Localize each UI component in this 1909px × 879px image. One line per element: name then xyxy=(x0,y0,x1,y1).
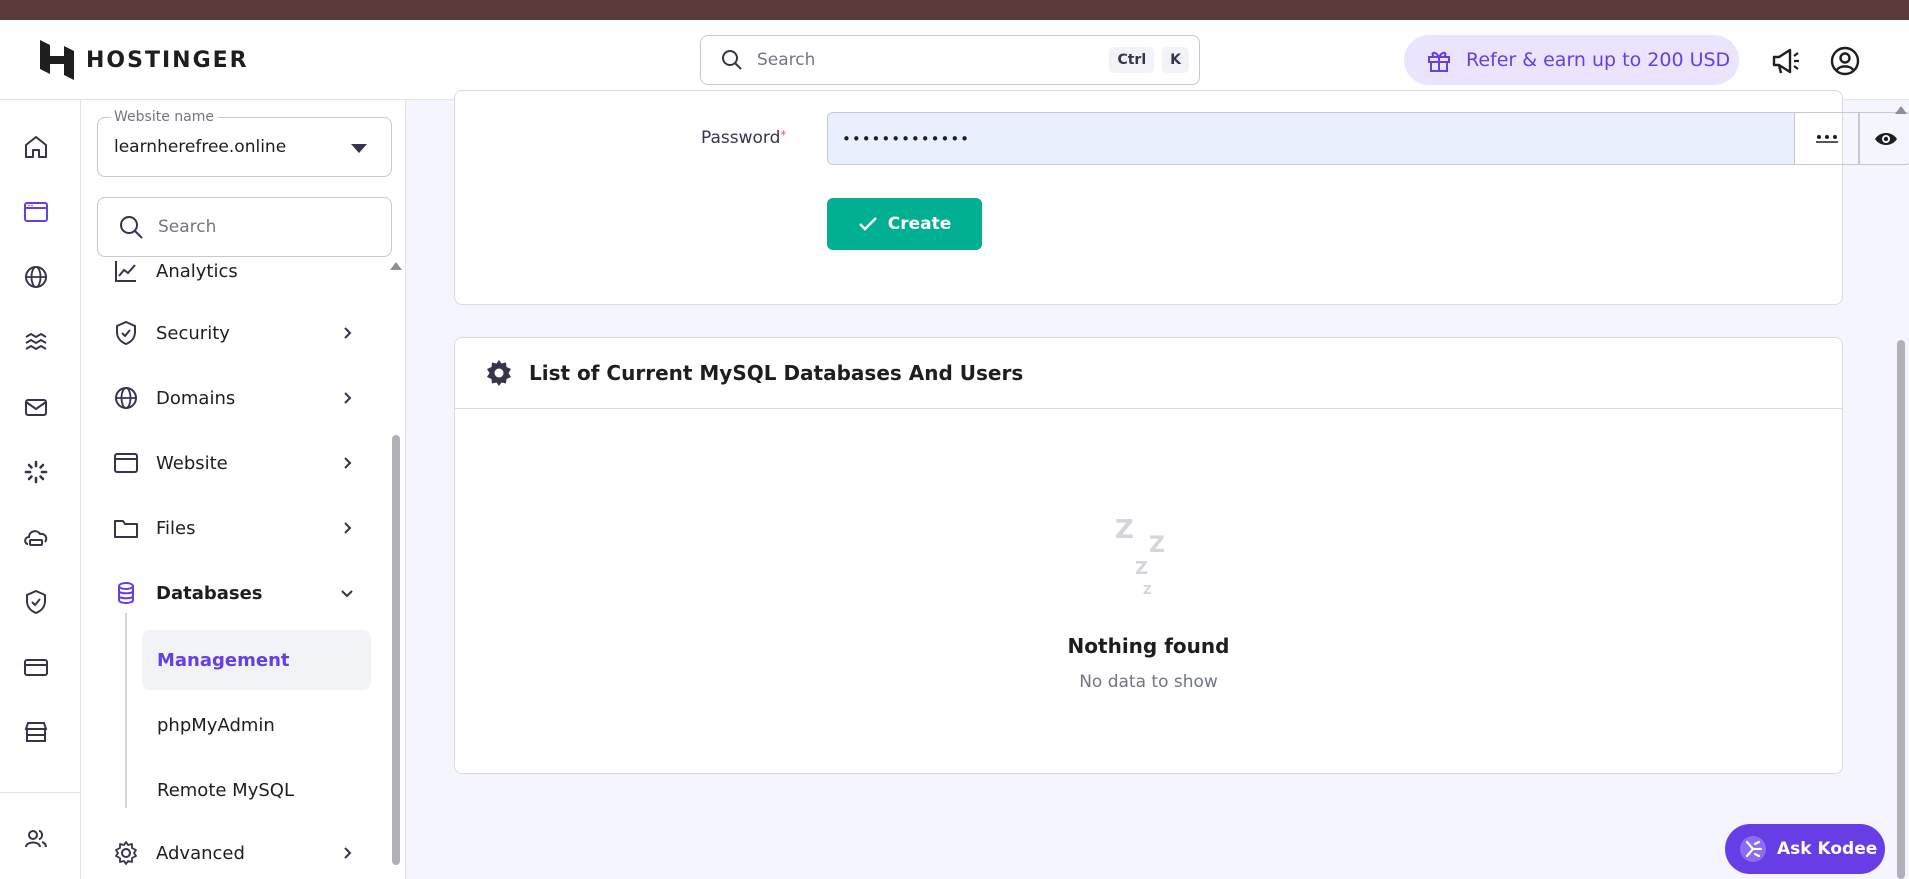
chevron-down-icon xyxy=(341,590,353,598)
sidebar-item-advanced[interactable]: Advanced xyxy=(81,828,381,878)
create-database-card: Password* ••••••••••••• Create xyxy=(454,90,1909,305)
sidebar-item-label: Files xyxy=(156,517,196,539)
svg-text:Z: Z xyxy=(1115,515,1134,545)
list-title: List of Current MySQL Databases And User… xyxy=(529,361,1024,385)
top-bar: HOSTINGER Search Ctrl K Refer & earn up … xyxy=(0,20,1909,100)
browser-bookmarks-strip xyxy=(0,0,1909,20)
sidebar-item-label: Domains xyxy=(156,387,236,409)
hostinger-logo[interactable]: HOSTINGER xyxy=(40,40,249,80)
sidebar-item-security[interactable]: Security xyxy=(81,308,381,358)
megaphone-icon[interactable] xyxy=(1770,45,1802,77)
kodee-sparkle-icon xyxy=(1740,836,1766,862)
sidebar-subitem-management[interactable]: Management xyxy=(142,630,371,690)
chevron-right-icon xyxy=(344,522,352,534)
sidebar-item-label: Website xyxy=(156,452,228,474)
website-selector-label: Website name xyxy=(110,109,218,125)
sidebar-item-label: Analytics xyxy=(156,260,238,282)
website-icon[interactable] xyxy=(22,198,50,226)
billing-card-icon[interactable] xyxy=(22,653,50,681)
sidebar: Website name learnherefree.online Search… xyxy=(81,100,406,879)
databases-list-card: List of Current MySQL Databases And User… xyxy=(454,337,1843,774)
ask-kodee-button[interactable]: Ask Kodee xyxy=(1725,824,1885,874)
search-placeholder: Search xyxy=(757,50,816,70)
sidebar-item-files[interactable]: Files xyxy=(81,503,381,553)
empty-state-title: Nothing found xyxy=(1067,634,1230,658)
icon-rail xyxy=(0,100,81,879)
dots-icon xyxy=(1815,134,1838,143)
analytics-icon xyxy=(115,261,136,282)
sidebar-item-domains[interactable]: Domains xyxy=(81,373,381,423)
brand-name: HOSTINGER xyxy=(86,47,249,73)
chevron-down-icon xyxy=(351,144,367,153)
globe-icon xyxy=(115,387,137,409)
sidebar-scroll-up-arrow[interactable] xyxy=(390,262,402,270)
sidebar-search-placeholder: Search xyxy=(158,217,217,237)
list-header: List of Current MySQL Databases And User… xyxy=(455,338,1842,409)
chevron-right-icon xyxy=(344,392,352,404)
sidebar-search-input[interactable]: Search xyxy=(97,197,392,257)
gear-icon xyxy=(115,841,137,865)
refer-label: Refer & earn up to 200 USD xyxy=(1466,49,1731,71)
shield-icon[interactable] xyxy=(22,588,50,616)
sidebar-item-databases[interactable]: Databases xyxy=(81,568,381,618)
search-icon xyxy=(722,50,742,70)
gift-icon xyxy=(1428,51,1450,72)
home-icon[interactable] xyxy=(22,133,50,161)
required-marker: * xyxy=(780,128,787,142)
empty-state-subtitle: No data to show xyxy=(1079,672,1218,692)
sidebar-item-website[interactable]: Website xyxy=(81,438,381,488)
ask-kodee-label: Ask Kodee xyxy=(1777,839,1878,859)
refer-earn-button[interactable]: Refer & earn up to 200 USD xyxy=(1404,35,1739,85)
website-selector[interactable]: Website name learnherefree.online xyxy=(97,109,392,177)
password-label-text: Password xyxy=(701,128,781,148)
sidebar-subitem-phpmyadmin[interactable]: phpMyAdmin xyxy=(142,695,371,755)
generate-password-button[interactable] xyxy=(1795,112,1859,165)
sidebar-item-analytics[interactable]: Analytics xyxy=(81,260,381,296)
hostinger-logo-icon xyxy=(40,40,74,80)
main-scroll-up-arrow[interactable] xyxy=(1895,106,1907,114)
browser-icon xyxy=(114,453,138,473)
mail-icon[interactable] xyxy=(22,393,50,421)
main-content: Password* ••••••••••••• Create List of C… xyxy=(406,90,1909,879)
check-icon xyxy=(858,217,877,231)
globe-icon[interactable] xyxy=(22,263,50,291)
shortcut-ctrl: Ctrl xyxy=(1109,47,1155,73)
rail-divider xyxy=(0,792,80,793)
sidebar-item-label: Databases xyxy=(156,582,263,604)
shield-icon xyxy=(116,320,136,346)
folder-icon xyxy=(114,520,138,538)
account-icon[interactable] xyxy=(1829,45,1861,77)
sidebar-item-label: Advanced xyxy=(156,842,245,864)
database-icon xyxy=(118,582,134,604)
create-button-label: Create xyxy=(887,214,952,234)
chevron-right-icon xyxy=(344,327,352,339)
svg-text:Z: Z xyxy=(1149,533,1165,558)
create-button[interactable]: Create xyxy=(827,198,982,250)
shortcut-k: K xyxy=(1162,47,1189,73)
layers-icon[interactable] xyxy=(22,328,50,356)
loader-icon[interactable] xyxy=(22,458,50,486)
password-input[interactable]: ••••••••••••• xyxy=(827,112,1795,165)
website-selector-value: learnherefree.online xyxy=(114,137,287,157)
chevron-right-icon xyxy=(344,847,352,859)
search-icon xyxy=(120,216,143,239)
main-scrollbar[interactable] xyxy=(1897,340,1905,879)
chevron-right-icon xyxy=(344,457,352,469)
sidebar-item-label: Security xyxy=(156,322,230,344)
store-icon[interactable] xyxy=(22,718,50,746)
eye-icon xyxy=(1874,132,1897,145)
password-label: Password* xyxy=(701,128,786,148)
global-search-input[interactable]: Search Ctrl K xyxy=(700,35,1200,85)
svg-text:Z: Z xyxy=(1135,558,1148,579)
sidebar-scrollbar[interactable] xyxy=(392,435,400,865)
sleeping-z-icon: Z Z Z Z xyxy=(1115,515,1165,597)
submenu-guide-line xyxy=(125,613,127,808)
show-password-button[interactable] xyxy=(1859,112,1909,165)
gear-icon xyxy=(487,360,511,386)
svg-text:Z: Z xyxy=(1143,583,1152,597)
sidebar-menu: Analytics Security Domains Website Files… xyxy=(81,260,391,879)
cloud-icon[interactable] xyxy=(22,523,50,551)
sidebar-subitem-remote-mysql[interactable]: Remote MySQL xyxy=(142,760,371,820)
users-icon[interactable] xyxy=(22,825,50,853)
